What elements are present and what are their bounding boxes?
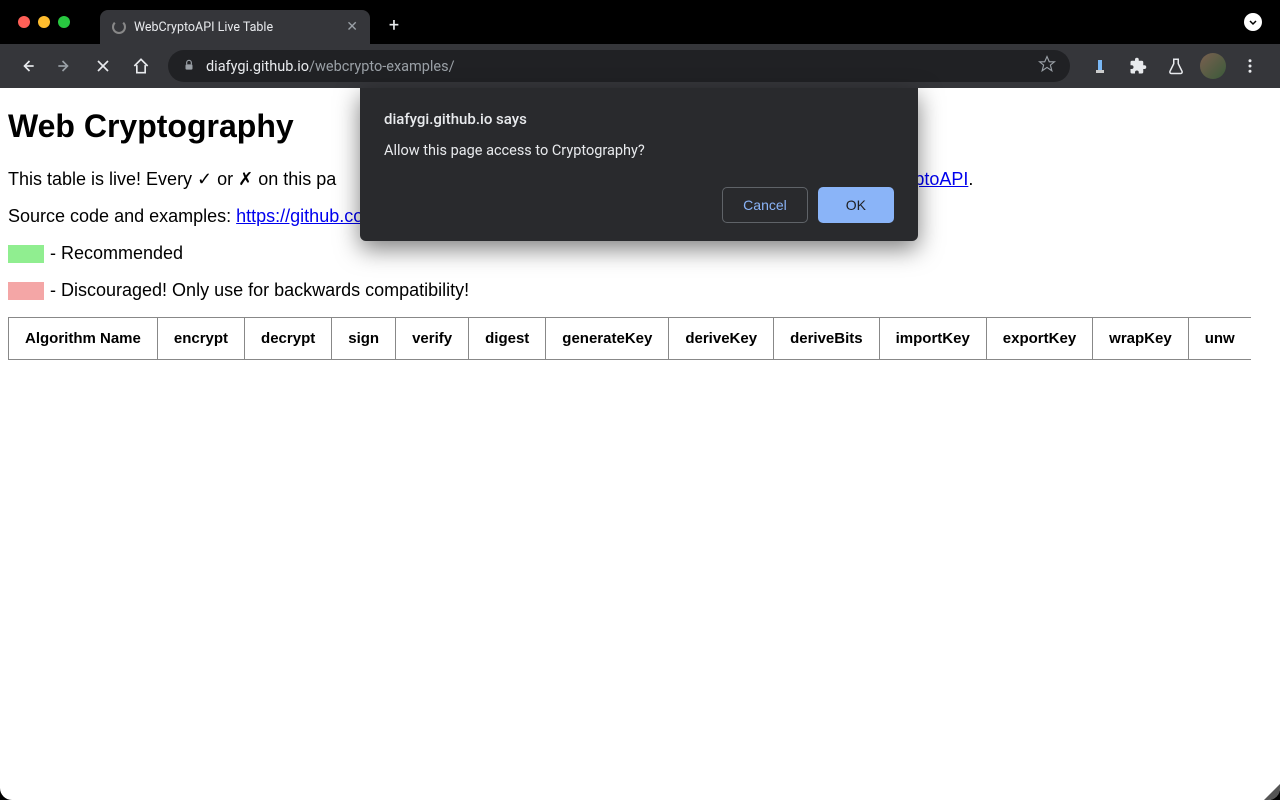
home-button[interactable]: [124, 49, 158, 83]
stop-reload-button[interactable]: [86, 49, 120, 83]
extension-icon-1[interactable]: [1086, 52, 1114, 80]
url-path: /webcrypto-examples/: [309, 58, 455, 75]
browser-tab[interactable]: WebCryptoAPI Live Table ✕: [100, 10, 370, 44]
menu-button[interactable]: [1236, 52, 1264, 80]
table-header: decrypt: [245, 318, 332, 360]
legend-discouraged: - Discouraged! Only use for backwards co…: [8, 280, 1272, 301]
algorithms-table: Algorithm Name encrypt decrypt sign veri…: [8, 317, 1251, 360]
dialog-buttons: Cancel OK: [384, 187, 894, 223]
titlebar-right: [1244, 13, 1262, 31]
table-header: deriveBits: [774, 318, 880, 360]
lock-icon: [182, 57, 196, 76]
javascript-dialog: diafygi.github.io says Allow this page a…: [360, 88, 918, 241]
table-header: deriveKey: [669, 318, 774, 360]
table-header: exportKey: [986, 318, 1092, 360]
extensions-icon[interactable]: [1124, 52, 1152, 80]
swatch-green: [8, 245, 44, 263]
swatch-pink: [8, 282, 44, 300]
table-header: digest: [469, 318, 546, 360]
expand-tabs-button[interactable]: [1244, 13, 1262, 31]
profile-avatar[interactable]: [1200, 53, 1226, 79]
traffic-lights: [18, 16, 70, 28]
url-text: diafygi.github.io/webcrypto-examples/: [206, 58, 455, 75]
window-close-button[interactable]: [18, 16, 30, 28]
tab-strip: WebCryptoAPI Live Table ✕ +: [100, 0, 408, 44]
address-bar[interactable]: diafygi.github.io/webcrypto-examples/: [168, 50, 1070, 82]
window-minimize-button[interactable]: [38, 16, 50, 28]
dialog-origin: diafygi.github.io says: [384, 110, 894, 128]
table-header: sign: [332, 318, 396, 360]
window-maximize-button[interactable]: [58, 16, 70, 28]
window-titlebar: WebCryptoAPI Live Table ✕ +: [0, 0, 1280, 44]
new-tab-button[interactable]: +: [380, 11, 408, 39]
forward-button[interactable]: [48, 49, 82, 83]
back-button[interactable]: [10, 49, 44, 83]
loading-spinner-icon: [112, 20, 126, 34]
tab-close-button[interactable]: ✕: [346, 19, 358, 35]
browser-toolbar: diafygi.github.io/webcrypto-examples/: [0, 44, 1280, 88]
table-header: Algorithm Name: [9, 318, 158, 360]
ok-button[interactable]: OK: [818, 187, 894, 223]
labs-icon[interactable]: [1162, 52, 1190, 80]
cancel-button[interactable]: Cancel: [722, 187, 808, 223]
table-header: encrypt: [157, 318, 244, 360]
url-domain: diafygi.github.io: [206, 58, 309, 75]
dialog-message: Allow this page access to Cryptography?: [384, 142, 894, 159]
toolbar-icons: [1080, 52, 1270, 80]
table-header: unw: [1188, 318, 1251, 360]
table-header: wrapKey: [1093, 318, 1189, 360]
bookmark-star-icon[interactable]: [1038, 55, 1056, 77]
table-header: verify: [396, 318, 469, 360]
table-header: generateKey: [546, 318, 669, 360]
table-header-row: Algorithm Name encrypt decrypt sign veri…: [9, 318, 1251, 360]
resize-handle-icon[interactable]: [1264, 784, 1280, 800]
tab-title: WebCryptoAPI Live Table: [134, 20, 273, 35]
legend-recommended: - Recommended: [8, 243, 1272, 264]
table-header: importKey: [879, 318, 986, 360]
